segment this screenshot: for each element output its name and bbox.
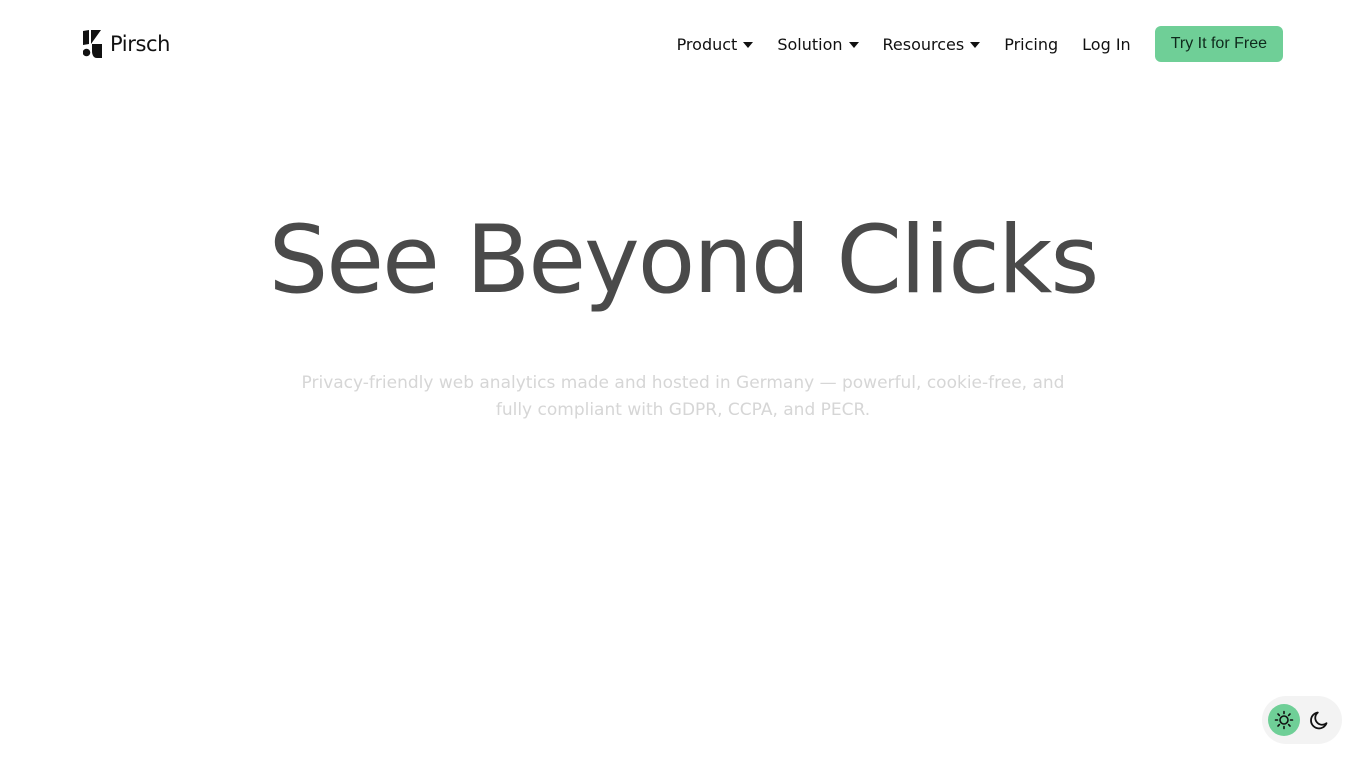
pirsch-logo-icon (83, 30, 102, 58)
page: Pirsch Product Solution Resources Pricin… (0, 0, 1366, 768)
nav-resources[interactable]: Resources (883, 35, 981, 54)
nav-solution[interactable]: Solution (777, 34, 859, 54)
nav-pricing[interactable]: Pricing (1004, 35, 1058, 54)
caret-down-icon (743, 41, 754, 48)
site-header: Pirsch Product Solution Resources Pricin… (0, 0, 1366, 88)
hero-subtitle: Privacy-friendly web analytics made and … (301, 373, 1065, 420)
moon-icon (1310, 711, 1328, 730)
nav-product[interactable]: Product (677, 35, 754, 54)
nav-solution-label: Solution (777, 34, 843, 54)
logo-link[interactable]: Pirsch (83, 30, 170, 58)
theme-toggle (1262, 696, 1342, 744)
nav-product-label: Product (676, 34, 738, 54)
try-free-button[interactable]: Try It for Free (1154, 26, 1283, 62)
main-nav: Product Solution Resources Pricing Log I… (677, 26, 1283, 62)
nav-login[interactable]: Log In (1082, 35, 1131, 54)
hero-title: See Beyond Clicks (268, 206, 1100, 315)
light-mode-button[interactable] (1268, 704, 1300, 736)
nav-resources-label: Resources (882, 34, 965, 54)
caret-down-icon (970, 41, 981, 48)
dark-mode-button[interactable] (1304, 704, 1336, 736)
caret-down-icon (848, 41, 859, 48)
logo-text: Pirsch (110, 32, 171, 56)
sun-icon (1274, 710, 1294, 730)
